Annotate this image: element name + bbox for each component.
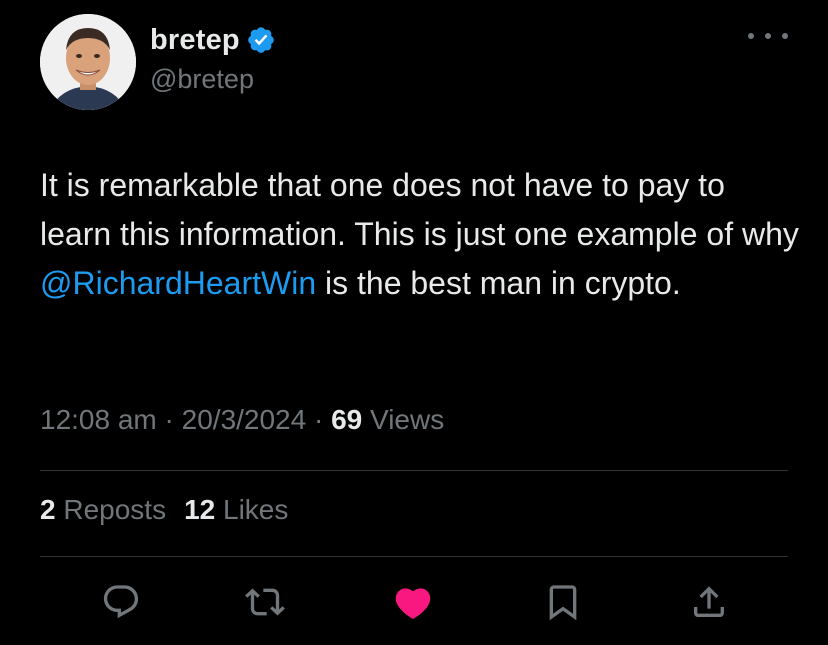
author-name-row: bretep xyxy=(150,20,276,60)
bookmark-icon[interactable] xyxy=(541,580,585,624)
share-icon[interactable] xyxy=(687,580,731,624)
reply-icon[interactable] xyxy=(99,580,143,624)
reposts-label[interactable]: Reposts xyxy=(56,494,166,525)
author-display-name[interactable]: bretep xyxy=(150,24,240,57)
divider xyxy=(40,556,788,557)
avatar[interactable] xyxy=(40,14,136,110)
avatar-image xyxy=(40,14,136,110)
tweet-header: bretep @bretep xyxy=(40,14,788,110)
views-count[interactable]: 69 xyxy=(331,404,362,435)
repost-icon[interactable] xyxy=(243,580,287,624)
likes-label[interactable]: Likes xyxy=(215,494,288,525)
mention-link[interactable]: @RichardHeartWin xyxy=(40,265,316,301)
views-label[interactable]: Views xyxy=(362,404,444,435)
like-icon[interactable] xyxy=(391,580,435,624)
tweet-date[interactable]: 20/3/2024 xyxy=(182,404,307,435)
more-dot xyxy=(748,33,754,39)
more-dot xyxy=(765,33,771,39)
verified-badge-icon[interactable] xyxy=(246,25,276,55)
tweet-meta: 12:08 am · 20/3/2024 · 69 Views xyxy=(40,404,444,436)
likes-count[interactable]: 12 xyxy=(184,494,215,525)
more-dot xyxy=(782,33,788,39)
tweet-text-after: is the best man in crypto. xyxy=(316,265,681,301)
tweet-text: It is remarkable that one does not have … xyxy=(40,161,800,308)
meta-separator: · xyxy=(306,404,332,435)
reposts-count[interactable]: 2 xyxy=(40,494,56,525)
more-options-icon[interactable] xyxy=(748,28,788,44)
meta-separator: · xyxy=(156,404,182,435)
divider xyxy=(40,470,788,471)
tweet-time[interactable]: 12:08 am xyxy=(40,404,157,435)
action-bar xyxy=(0,580,828,624)
author-handle[interactable]: @bretep xyxy=(150,64,254,95)
tweet-text-before: It is remarkable that one does not have … xyxy=(40,167,799,252)
engagement-stats: 2 Reposts 12 Likes xyxy=(40,494,288,526)
